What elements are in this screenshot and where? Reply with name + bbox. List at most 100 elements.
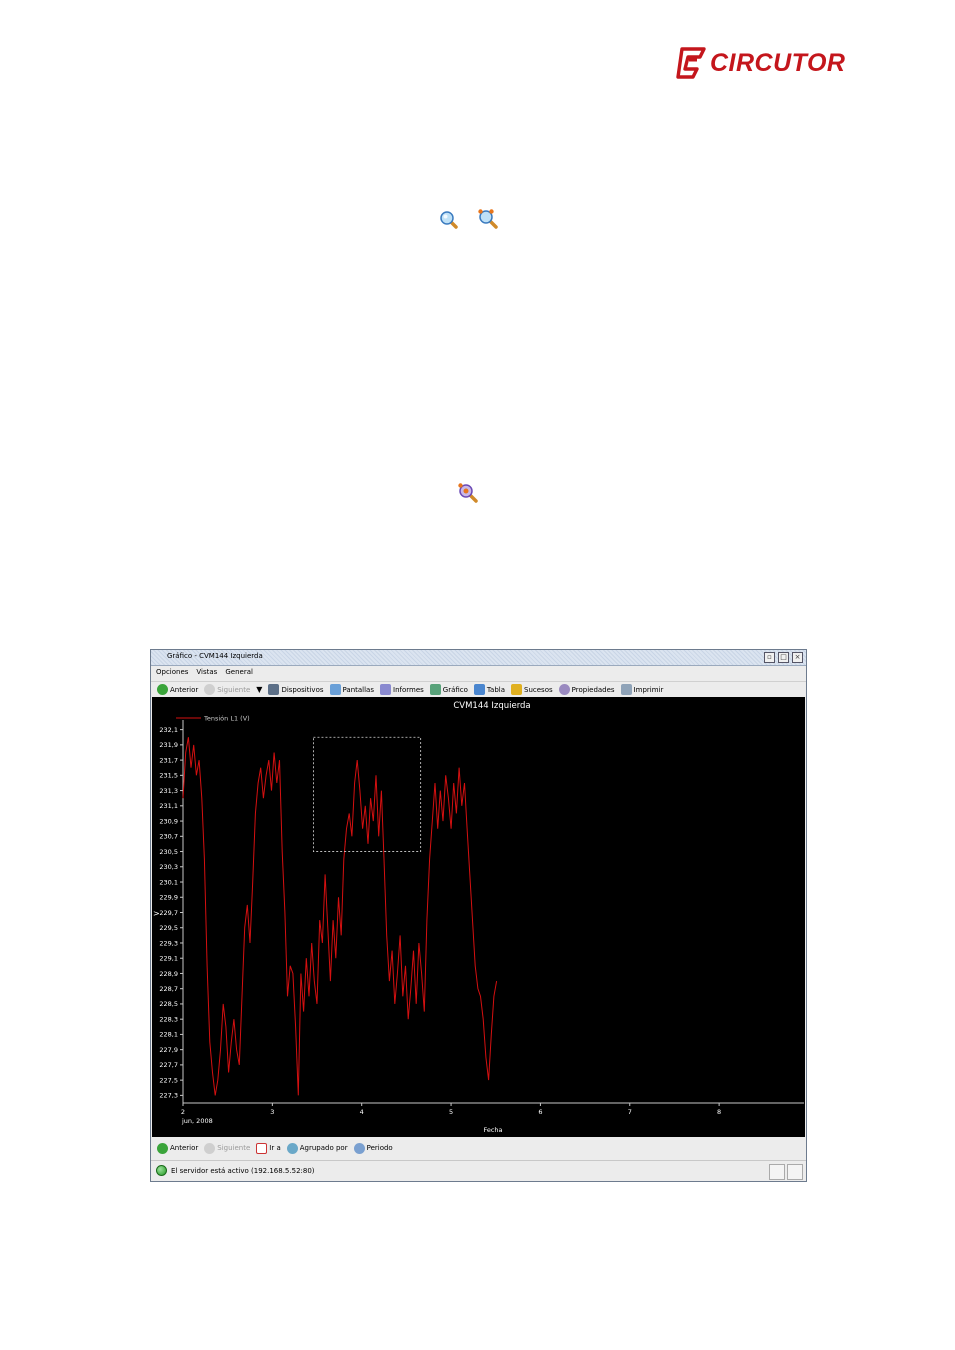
grafico-label: Gráfico xyxy=(442,685,468,694)
y-tick-label: 228,3 xyxy=(159,1015,178,1023)
siguiente-label: Siguiente xyxy=(217,685,251,694)
window-title: Gráfico - CVM144 Izquierda xyxy=(167,652,263,660)
x-tick-label: 8 xyxy=(717,1108,721,1116)
app-window: Gráfico - CVM144 Izquierda ▫ □ × Opcione… xyxy=(150,649,807,1182)
circutor-logo: CIRCUTOR xyxy=(676,46,845,80)
screens-icon xyxy=(329,684,341,695)
x-axis-label: Fecha xyxy=(483,1126,502,1134)
y-tick-label: 230,5 xyxy=(159,848,178,856)
informes-label: Informes xyxy=(393,685,424,694)
zoom-out-icon xyxy=(477,208,499,235)
menu-bar: Opciones Vistas General xyxy=(151,666,811,678)
zoom-in-icon xyxy=(439,210,459,235)
agrupado-por-label: Agrupado por xyxy=(299,1144,348,1152)
x-axis-sublabel: jun, 2008 xyxy=(181,1117,213,1125)
grafico-button[interactable]: Gráfico xyxy=(429,684,468,695)
chart-title: CVM144 Izquierda xyxy=(453,701,530,711)
status-bar: El servidor está activo (192.168.5.52:80… xyxy=(151,1160,806,1180)
siguiente-button[interactable]: Siguiente xyxy=(204,684,250,695)
menu-opciones[interactable]: Opciones xyxy=(156,666,188,678)
series-line-tension-l1 xyxy=(182,737,498,1096)
tabla-button[interactable]: Tabla xyxy=(473,684,506,695)
back-arrow-icon xyxy=(157,684,168,695)
y-tick-label: 231,3 xyxy=(159,787,178,795)
plot-layer xyxy=(182,736,498,1096)
siguiente-button-bottom[interactable]: Siguiente xyxy=(204,1142,251,1154)
line-chart[interactable]: CVM144 Izquierda Tensión L1 (V) 232,1 231… xyxy=(152,697,805,1137)
window-titlebar[interactable]: Gráfico - CVM144 Izquierda ▫ □ × xyxy=(151,650,806,666)
y-tick-label: 230,9 xyxy=(159,817,178,825)
periodo-label: Periodo xyxy=(366,1144,393,1152)
anterior-button-bottom[interactable]: Anterior xyxy=(157,1142,199,1154)
imprimir-label: Imprimir xyxy=(633,685,664,694)
maximize-button[interactable]: □ xyxy=(778,652,789,663)
chart-axes: 232,1 231,9 231,7 231,5 231,3 231,1 230,9 230,7… xyxy=(159,720,804,1116)
x-tick-label: 4 xyxy=(360,1108,364,1116)
y-tick-label: 229,5 xyxy=(159,924,178,932)
y-axis-marker: > xyxy=(153,909,160,918)
circutor-logo-text: CIRCUTOR xyxy=(710,49,846,77)
y-tick-label: 232,1 xyxy=(159,726,178,734)
bottom-toolbar: Anterior Siguiente Ir a Agrupado por Per… xyxy=(151,1140,806,1156)
y-tick-label: 229,3 xyxy=(159,939,178,947)
dispositivos-button[interactable]: Dispositivos xyxy=(268,684,324,695)
x-tick-label: 7 xyxy=(628,1108,632,1116)
menu-vistas[interactable]: Vistas xyxy=(196,666,217,678)
devices-icon xyxy=(268,684,280,695)
y-tick-label: 227,5 xyxy=(159,1076,178,1084)
history-dropdown[interactable]: ▼ xyxy=(256,685,262,694)
siguiente-label-bottom: Siguiente xyxy=(217,1144,251,1152)
informes-button[interactable]: Informes xyxy=(380,684,424,695)
menu-general[interactable]: General xyxy=(225,666,253,678)
y-tick-label: 230,7 xyxy=(159,833,178,841)
y-tick-label: 231,5 xyxy=(159,772,178,780)
pantallas-button[interactable]: Pantallas xyxy=(329,684,375,695)
agrupado-por-button[interactable]: Agrupado por xyxy=(286,1142,348,1154)
x-tick-label: 3 xyxy=(270,1108,274,1116)
y-tick-label: 228,7 xyxy=(159,985,178,993)
status-panel-2 xyxy=(787,1164,803,1180)
sucesos-button[interactable]: Sucesos xyxy=(511,684,553,695)
back-arrow-icon xyxy=(157,1142,168,1154)
anterior-button[interactable]: Anterior xyxy=(157,684,198,695)
y-tick-label: 231,7 xyxy=(159,756,178,764)
propiedades-button[interactable]: Propiedades xyxy=(558,684,615,695)
ir-a-button[interactable]: Ir a xyxy=(256,1142,281,1154)
y-tick-label: 229,7 xyxy=(159,909,178,917)
pantallas-label: Pantallas xyxy=(342,685,375,694)
y-tick-label: 228,5 xyxy=(159,1000,178,1008)
properties-icon xyxy=(558,684,570,695)
print-icon xyxy=(620,684,632,695)
imprimir-button[interactable]: Imprimir xyxy=(620,684,664,695)
group-icon xyxy=(286,1142,298,1154)
y-tick-label: 227,9 xyxy=(159,1046,178,1054)
propiedades-label: Propiedades xyxy=(571,685,615,694)
table-icon xyxy=(473,684,485,695)
minimize-button[interactable]: ▫ xyxy=(764,652,775,663)
y-tick-label: 229,9 xyxy=(159,894,178,902)
y-tick-label: 230,1 xyxy=(159,878,178,886)
y-tick-label: 229,1 xyxy=(159,955,178,963)
forward-arrow-icon xyxy=(204,684,216,695)
reports-icon xyxy=(380,684,391,695)
x-tick-label: 5 xyxy=(449,1108,453,1116)
legend-label: Tensión L1 (V) xyxy=(203,715,250,723)
anterior-label-bottom: Anterior xyxy=(170,1144,199,1152)
events-icon xyxy=(511,684,523,695)
y-tick-label: 228,9 xyxy=(159,970,178,978)
periodo-button[interactable]: Periodo xyxy=(353,1142,393,1154)
y-tick-label: 227,7 xyxy=(159,1061,178,1069)
y-tick-label: 228,1 xyxy=(159,1031,178,1039)
close-button[interactable]: × xyxy=(792,652,803,663)
zoom-reset-icon xyxy=(457,482,479,509)
chart-area[interactable]: CVM144 Izquierda Tensión L1 (V) 232,1 231… xyxy=(152,697,805,1137)
dispositivos-label: Dispositivos xyxy=(281,685,324,694)
x-tick-label: 2 xyxy=(181,1108,185,1116)
tabla-label: Tabla xyxy=(486,685,506,694)
sucesos-label: Sucesos xyxy=(524,685,553,694)
ir-a-label: Ir a xyxy=(269,1144,281,1152)
status-panel-1 xyxy=(769,1164,785,1180)
chart-icon xyxy=(429,684,441,695)
y-tick-label: 227,3 xyxy=(159,1092,178,1100)
x-tick-label: 6 xyxy=(538,1108,542,1116)
